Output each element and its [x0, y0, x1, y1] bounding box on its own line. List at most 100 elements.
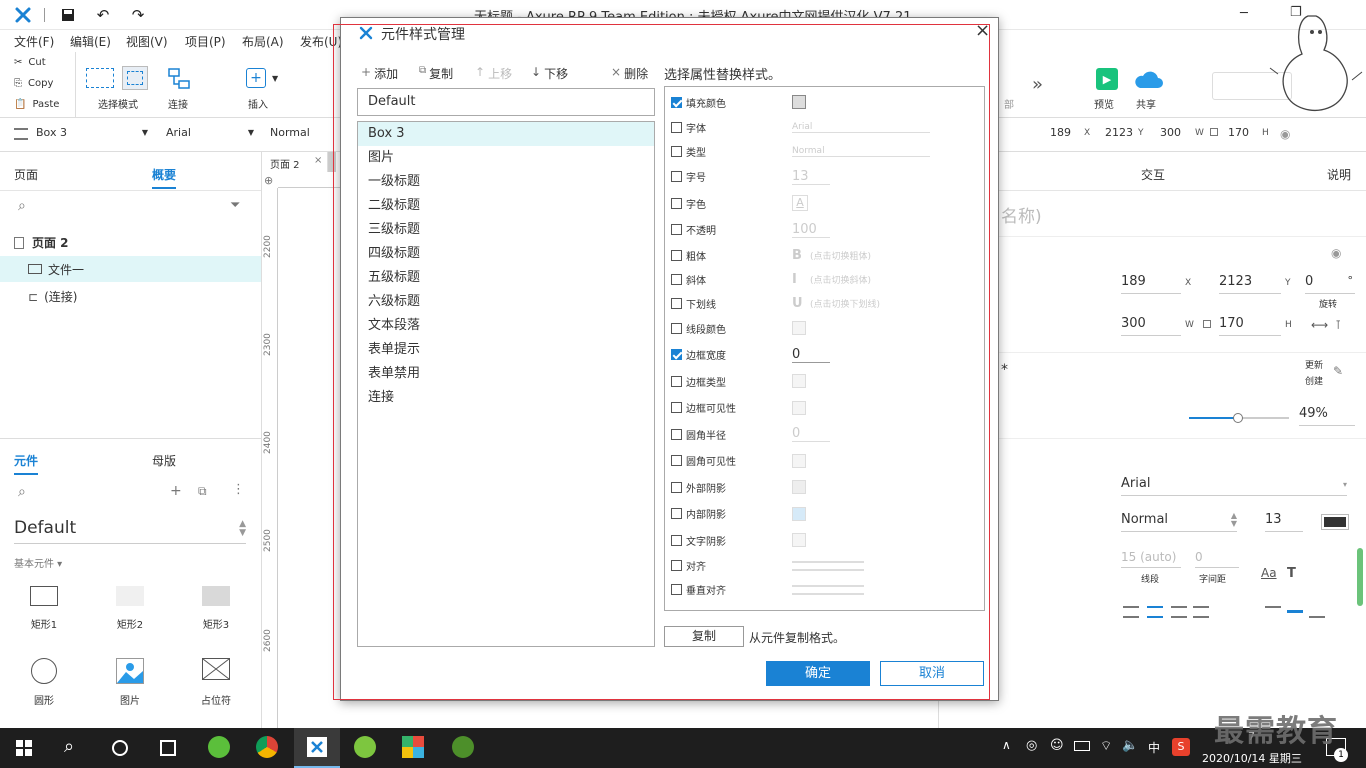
library-select[interactable]: Default ▲ ▼	[14, 518, 246, 544]
style-list-item[interactable]: 表单禁用	[358, 362, 654, 386]
property-checkbox[interactable]	[671, 297, 682, 309]
move-down-button[interactable]: ↓ 下移	[531, 65, 568, 82]
property-checkbox[interactable]	[671, 96, 682, 108]
property-checkbox[interactable]	[671, 534, 682, 546]
property-swatch[interactable]	[792, 95, 806, 110]
property-checkbox[interactable]	[671, 273, 682, 285]
h-input[interactable]: 170	[1219, 316, 1281, 336]
align-center-icon[interactable]	[1147, 606, 1163, 618]
opacity-knob[interactable]	[1233, 413, 1243, 423]
clock-date[interactable]: 2020/10/14 星期三	[1202, 750, 1302, 766]
tab-notes[interactable]: 说明	[1327, 166, 1351, 183]
style-list-item[interactable]: 图片	[358, 146, 654, 170]
menu-project[interactable]: 项目(P)	[185, 33, 226, 50]
default-style-item[interactable]: Default	[357, 88, 655, 116]
lock-icon[interactable]	[1203, 320, 1211, 328]
property-checkbox[interactable]	[671, 455, 682, 467]
property-checkbox[interactable]	[671, 481, 682, 493]
style-list-item[interactable]: 表单提示	[358, 338, 654, 362]
duplicate-style-button[interactable]: ⧉ 复制	[419, 65, 453, 82]
tab-masters[interactable]: 母版	[152, 452, 176, 469]
property-swatch[interactable]	[792, 321, 806, 336]
style-list-item[interactable]: 五级标题	[358, 266, 654, 290]
property-swatch[interactable]	[792, 506, 806, 521]
property-checkbox[interactable]	[671, 171, 682, 183]
rotation-input[interactable]: 0 °	[1305, 274, 1355, 294]
font-style-select[interactable]: Normal ▲ ▼	[1121, 512, 1237, 532]
cortana-icon[interactable]	[112, 740, 128, 756]
style-list-item[interactable]: 连接	[358, 386, 654, 410]
style-list-item[interactable]: Box 3	[358, 122, 654, 146]
share-button[interactable]: 共享	[1130, 66, 1166, 114]
ime-indicator[interactable]: 中	[1148, 739, 1160, 756]
property-checkbox[interactable]	[671, 322, 682, 334]
property-checkbox[interactable]	[671, 428, 682, 440]
y-field[interactable]: 2123	[1105, 126, 1133, 139]
property-checkbox[interactable]	[671, 560, 682, 571]
valign-middle-icon[interactable]	[1287, 610, 1303, 613]
wechat-icon[interactable]: ◎	[1026, 738, 1037, 753]
font-color-swatch[interactable]	[1321, 514, 1349, 530]
widget-rect2[interactable]: 矩形2	[100, 584, 160, 646]
ok-button[interactable]: 确定	[766, 661, 870, 686]
copy-library-icon[interactable]: ⧉	[198, 484, 207, 499]
property-checkbox[interactable]	[671, 224, 682, 236]
property-checkbox[interactable]	[671, 402, 682, 414]
style-list-item[interactable]: 文本段落	[358, 314, 654, 338]
text-case-icon[interactable]: Aa	[1261, 566, 1277, 580]
line-spacing-input[interactable]: 15 (auto)	[1121, 550, 1181, 568]
style-list-item[interactable]: 六级标题	[358, 290, 654, 314]
tab-pages[interactable]: 页面	[14, 166, 38, 183]
tree-item-selected[interactable]: 文件一	[0, 256, 261, 282]
x-input[interactable]: 189	[1121, 274, 1181, 294]
tab-interactions[interactable]: 交互	[1141, 166, 1165, 183]
battery-icon[interactable]	[1074, 741, 1090, 751]
select-mode-button[interactable]: 选择模式	[86, 66, 152, 114]
windows-start-icon[interactable]	[16, 740, 32, 756]
opacity-slider[interactable]	[1189, 413, 1289, 423]
app-bamboo-icon[interactable]	[452, 736, 474, 758]
axure-taskbar-button[interactable]	[294, 728, 340, 768]
font-select[interactable]: Arial ▼	[166, 126, 254, 144]
search-icon[interactable]: ⌕	[64, 736, 74, 757]
widget-placeholder[interactable]: 占位符	[186, 656, 246, 718]
property-swatch[interactable]	[792, 560, 864, 571]
save-icon[interactable]	[60, 7, 76, 23]
align-left-icon[interactable]	[1123, 606, 1139, 618]
align-right-icon[interactable]	[1171, 606, 1187, 618]
volume-icon[interactable]: 🔈	[1122, 738, 1138, 753]
text-shadow-icon[interactable]: T	[1287, 566, 1296, 581]
x-field[interactable]: 189	[1050, 126, 1071, 139]
tab-outline[interactable]: 概要	[152, 166, 177, 189]
w-input[interactable]: 300	[1121, 316, 1181, 336]
style-select[interactable]: Normal	[270, 126, 310, 139]
widget-name-select[interactable]: Box 3 ▼	[36, 126, 148, 144]
w-field[interactable]: 300	[1160, 126, 1181, 139]
widget-rect1[interactable]: 矩形1	[14, 584, 74, 646]
connect-button[interactable]: 连接	[166, 66, 196, 114]
property-swatch[interactable]	[792, 480, 806, 495]
y-input[interactable]: 2123	[1219, 274, 1281, 294]
section-basic[interactable]: 基本元件 ▾	[14, 555, 62, 570]
property-swatch[interactable]	[792, 400, 806, 415]
cancel-button[interactable]: 取消	[880, 661, 984, 686]
property-checkbox[interactable]	[671, 375, 682, 387]
style-list-item[interactable]: 三级标题	[358, 218, 654, 242]
opacity-input[interactable]: 49%	[1299, 406, 1355, 426]
menu-file[interactable]: 文件(F)	[14, 33, 54, 50]
overflow-icon[interactable]: »	[1032, 74, 1043, 95]
app-plus-icon[interactable]	[354, 736, 376, 758]
widget-image[interactable]: 图片	[100, 656, 160, 718]
search-icon[interactable]: ⌕	[18, 198, 26, 214]
show-hidden-icons[interactable]: ∧	[1002, 738, 1011, 752]
property-checkbox[interactable]	[671, 122, 682, 133]
insert-button[interactable]: + ▼ 插入	[246, 66, 286, 114]
style-list-item[interactable]: 四级标题	[358, 242, 654, 266]
property-checkbox[interactable]	[671, 146, 682, 157]
undo-icon[interactable]: ↶	[95, 6, 111, 24]
chrome-icon[interactable]	[256, 736, 278, 758]
task-view-icon[interactable]	[160, 740, 176, 756]
property-checkbox[interactable]	[671, 508, 682, 520]
preview-button[interactable]: ▶ 预览	[1092, 66, 1122, 114]
fit-height-icon[interactable]: ⊺	[1335, 318, 1341, 332]
